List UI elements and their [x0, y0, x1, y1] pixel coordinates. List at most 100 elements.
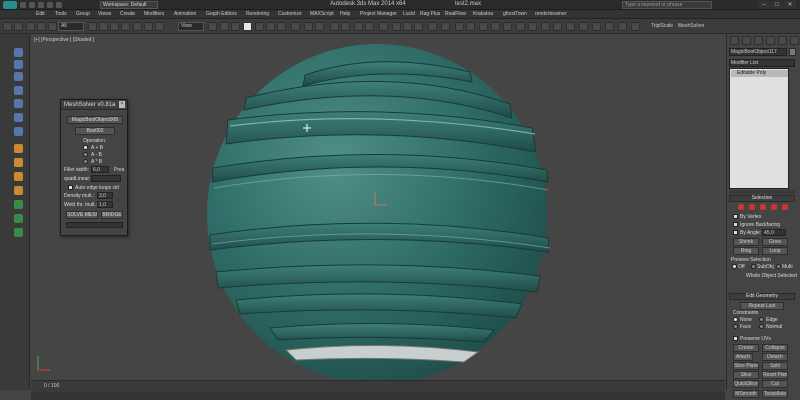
tool-icon[interactable]	[14, 228, 23, 237]
tool-icon[interactable]	[14, 113, 23, 122]
create-button[interactable]: Create	[733, 344, 759, 352]
element-icon[interactable]	[782, 204, 788, 210]
menu-item-modifiers[interactable]: Modifiers	[144, 11, 164, 17]
scale-icon[interactable]	[155, 22, 164, 31]
motion-tab-icon[interactable]	[766, 36, 775, 45]
menu-item-customize[interactable]: Customize	[278, 11, 302, 17]
ignore-backfacing-checkbox[interactable]	[733, 222, 738, 227]
edit-geometry-rollout-header[interactable]: Edit Geometry	[729, 293, 795, 300]
preserve-uvs-checkbox[interactable]	[733, 336, 738, 341]
tool-icon[interactable]	[14, 60, 23, 69]
close-button[interactable]: ✕	[784, 1, 796, 9]
tool-icon[interactable]	[14, 200, 23, 209]
percent-snap-icon[interactable]	[266, 22, 275, 31]
render-production-icon[interactable]	[414, 22, 423, 31]
render-setup-icon[interactable]	[392, 22, 401, 31]
select-manipulate-icon[interactable]	[220, 22, 229, 31]
unlink-icon[interactable]	[37, 22, 46, 31]
plugin-tool-icon[interactable]	[503, 22, 512, 31]
plugin-tool-icon[interactable]	[466, 22, 475, 31]
menu-item-views[interactable]: Views	[98, 11, 111, 17]
by-angle-input[interactable]: 45,0	[762, 229, 786, 236]
schematic-view-icon[interactable]	[365, 22, 374, 31]
bridge-button[interactable]: BRIDGE	[101, 211, 123, 219]
slice-button[interactable]: Slice	[733, 371, 759, 379]
cut-button[interactable]: Cut	[762, 380, 788, 388]
menu-item-create[interactable]: Create	[120, 11, 135, 17]
plugin-tool-icon[interactable]	[605, 22, 614, 31]
object-color-swatch[interactable]	[789, 48, 796, 56]
hierarchy-tab-icon[interactable]	[754, 36, 763, 45]
menu-item-maxscript[interactable]: MAXScript	[310, 11, 334, 17]
plugin-tool-icon[interactable]	[541, 22, 550, 31]
solve-mesh-button[interactable]: SOLVE MESH	[66, 211, 98, 219]
workspace-dropdown[interactable]: Workspace: Default	[100, 1, 158, 9]
detach-button[interactable]: Detach	[762, 353, 788, 361]
by-vertex-checkbox[interactable]	[733, 214, 738, 219]
op-union-radio[interactable]	[83, 145, 88, 150]
menu-item-project-manager[interactable]: Project Manager	[360, 11, 397, 17]
ring-button[interactable]: Ring	[733, 247, 759, 255]
collapse-button[interactable]: Collapse	[762, 344, 788, 352]
reference-coordinate-dropdown[interactable]: View	[178, 22, 204, 31]
utilities-tab-icon[interactable]	[790, 36, 799, 45]
perspective-viewport[interactable]	[31, 34, 725, 380]
tessellate-button[interactable]: Tessellate	[762, 390, 788, 398]
undo-tool-icon[interactable]	[3, 22, 12, 31]
op-intersect-radio[interactable]	[83, 159, 88, 164]
shrink-button[interactable]: Shrink	[733, 238, 759, 246]
quadlinear-input[interactable]	[91, 175, 121, 182]
tool-icon[interactable]	[14, 214, 23, 223]
menu-item-renderbeamer[interactable]: renderbeamer	[535, 11, 566, 17]
fillet-width-input[interactable]: 6,0	[91, 166, 109, 173]
plugin-tool-icon[interactable]	[579, 22, 588, 31]
open-file-icon[interactable]	[29, 2, 35, 8]
polygon-icon[interactable]	[771, 204, 777, 210]
menu-item-rendering[interactable]: Rendering	[246, 11, 269, 17]
layer-manager-icon[interactable]	[330, 22, 339, 31]
menu-item-rag-plus[interactable]: Rag Plus	[420, 11, 440, 17]
by-angle-checkbox[interactable]	[733, 230, 738, 235]
preview-off-radio[interactable]	[732, 264, 737, 269]
repeat-last-button[interactable]: Repeat Last	[740, 302, 784, 310]
selection-filter-dropdown[interactable]: All	[58, 22, 84, 31]
create-tab-icon[interactable]	[730, 36, 739, 45]
tool-icon[interactable]	[14, 48, 23, 57]
tool-icon[interactable]	[14, 72, 23, 81]
menu-item-tools[interactable]: Tools	[55, 11, 67, 17]
grow-button[interactable]: Grow	[762, 238, 788, 246]
quickslice-button[interactable]: QuickSlice	[733, 380, 759, 388]
auto-edge-loops-checkbox[interactable]	[68, 185, 73, 190]
weld-threshold-input[interactable]: 1,0	[97, 201, 113, 208]
density-input[interactable]: 3,0	[97, 192, 113, 199]
rendered-frame-window-icon[interactable]	[403, 22, 412, 31]
slice-plane-button[interactable]: Slice Plane	[733, 362, 759, 370]
plugin-tool-icon[interactable]	[479, 22, 488, 31]
track-bar[interactable]	[31, 392, 725, 400]
plugin-tool-icon[interactable]	[553, 22, 562, 31]
curve-editor-icon[interactable]	[354, 22, 363, 31]
spinner-snap-icon[interactable]	[277, 22, 286, 31]
mirror-icon[interactable]	[304, 22, 313, 31]
graphite-toggle-icon[interactable]	[341, 22, 350, 31]
new-file-icon[interactable]	[20, 2, 26, 8]
plugin-tool-icon[interactable]	[516, 22, 525, 31]
selection-rollout-header[interactable]: Selection	[729, 195, 795, 202]
tool-icon[interactable]	[14, 172, 23, 181]
maximize-button[interactable]: □	[771, 1, 783, 9]
select-object-icon[interactable]	[88, 22, 97, 31]
named-selection-icon[interactable]	[291, 22, 300, 31]
menu-item-help[interactable]: Help	[340, 11, 350, 17]
redo-tool-icon[interactable]	[14, 22, 23, 31]
menu-item-group[interactable]: Group	[76, 11, 90, 17]
teapot-icon[interactable]	[428, 22, 437, 31]
tool-icon[interactable]	[14, 86, 23, 95]
tool-icon[interactable]	[14, 144, 23, 153]
app-logo-icon[interactable]	[3, 1, 17, 9]
pivot-center-icon[interactable]	[208, 22, 217, 31]
material-editor-icon[interactable]	[379, 22, 388, 31]
constraint-edge-radio[interactable]	[759, 317, 764, 322]
preview-multi-radio[interactable]	[776, 264, 781, 269]
search-input[interactable]: Type a keyword or phrase	[622, 1, 712, 9]
menu-item-edit[interactable]: Edit	[36, 11, 45, 17]
